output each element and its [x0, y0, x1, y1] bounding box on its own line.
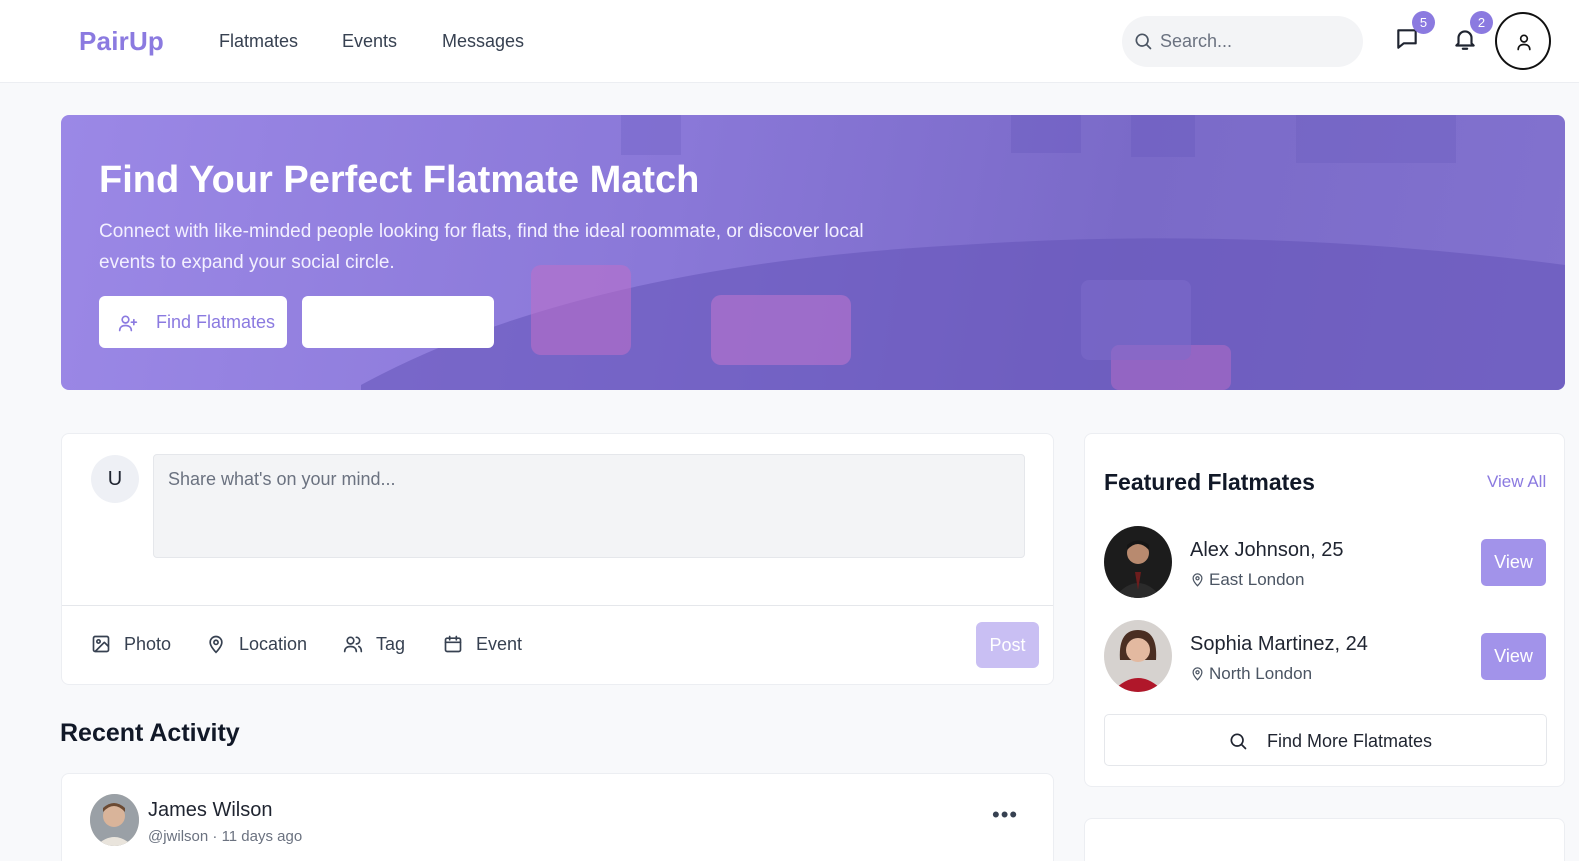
- user-icon: [1517, 34, 1531, 51]
- flatmate-name[interactable]: Sophia Martinez, 24: [1190, 633, 1368, 656]
- hero-secondary-button[interactable]: [302, 296, 494, 348]
- hero-banner: Find Your Perfect Flatmate Match Connect…: [61, 115, 1565, 390]
- photo-action-label: Photo: [124, 634, 172, 654]
- find-flatmates-label: Find Flatmates: [156, 312, 276, 332]
- nav-link-events[interactable]: Events: [342, 31, 397, 52]
- map-pin-icon: [1192, 667, 1203, 681]
- flatmate-name[interactable]: Alex Johnson, 25: [1190, 539, 1343, 562]
- post-author-meta: @jwilson · 11 days ago: [148, 828, 303, 845]
- post-button[interactable]: Post: [976, 622, 1039, 668]
- composer-divider: [62, 605, 1053, 606]
- search-icon: [1135, 33, 1152, 50]
- post-more-options-button[interactable]: •••: [992, 802, 1018, 828]
- flatmate-row: Alex Johnson, 25 East London View: [1104, 526, 1547, 600]
- activity-post: James Wilson @jwilson · 11 days ago •••: [61, 773, 1054, 861]
- search-icon: [1230, 733, 1247, 750]
- sidebar-secondary-card: [1084, 818, 1565, 861]
- top-nav-bar: PairUp Flatmates Events Messages 5 2: [0, 0, 1579, 83]
- map-pin-icon: [209, 635, 223, 654]
- search-box: [1122, 16, 1363, 67]
- recent-activity-title: Recent Activity: [60, 719, 240, 747]
- person-photo: [1104, 526, 1172, 598]
- notifications-count-badge: 2: [1470, 11, 1493, 34]
- view-all-link[interactable]: View All: [1487, 472, 1546, 492]
- user-avatar: U: [91, 455, 139, 503]
- profile-avatar-button[interactable]: [1495, 12, 1551, 70]
- find-flatmates-button[interactable]: Find Flatmates: [99, 296, 287, 348]
- image-icon: [92, 635, 110, 653]
- map-pin-icon: [1192, 573, 1203, 587]
- users-icon: [343, 636, 363, 653]
- sophia-martinez-photo: [1104, 620, 1172, 692]
- flatmate-location-label: North London: [1209, 664, 1313, 683]
- flatmate-location-label: East London: [1209, 570, 1305, 589]
- featured-flatmates-title: Featured Flatmates: [1104, 469, 1315, 495]
- find-more-flatmates-button[interactable]: Find More Flatmates: [1104, 714, 1547, 766]
- james-wilson-avatar[interactable]: [90, 794, 139, 846]
- view-profile-button[interactable]: View: [1481, 633, 1546, 680]
- user-plus-icon: [118, 315, 138, 332]
- view-profile-button[interactable]: View: [1481, 539, 1546, 586]
- hero-title: Find Your Perfect Flatmate Match: [99, 159, 700, 201]
- calendar-icon: [444, 635, 462, 653]
- person-photo: [90, 794, 139, 846]
- person-photo: [1104, 620, 1172, 692]
- location-action-label: Location: [239, 634, 308, 654]
- flatmate-row: Sophia Martinez, 24 North London View: [1104, 620, 1547, 694]
- search-input[interactable]: [1160, 16, 1350, 67]
- find-more-flatmates-label: Find More Flatmates: [1267, 731, 1433, 751]
- brand-logo[interactable]: PairUp: [79, 26, 164, 57]
- post-input[interactable]: [153, 454, 1025, 558]
- post-author-name[interactable]: James Wilson: [148, 799, 272, 822]
- messages-count-badge: 5: [1412, 11, 1435, 34]
- nav-link-flatmates[interactable]: Flatmates: [219, 31, 298, 52]
- nav-link-messages[interactable]: Messages: [442, 31, 524, 52]
- tag-action-label: Tag: [376, 634, 406, 654]
- post-composer: U Photo Location Tag Event Post: [61, 433, 1054, 685]
- alex-johnson-photo: [1104, 526, 1172, 598]
- featured-flatmates-card: Featured Flatmates View All Alex Johnson…: [1084, 433, 1565, 787]
- event-action-label: Event: [476, 634, 523, 654]
- hero-subtitle: Connect with like-minded people looking …: [99, 221, 864, 273]
